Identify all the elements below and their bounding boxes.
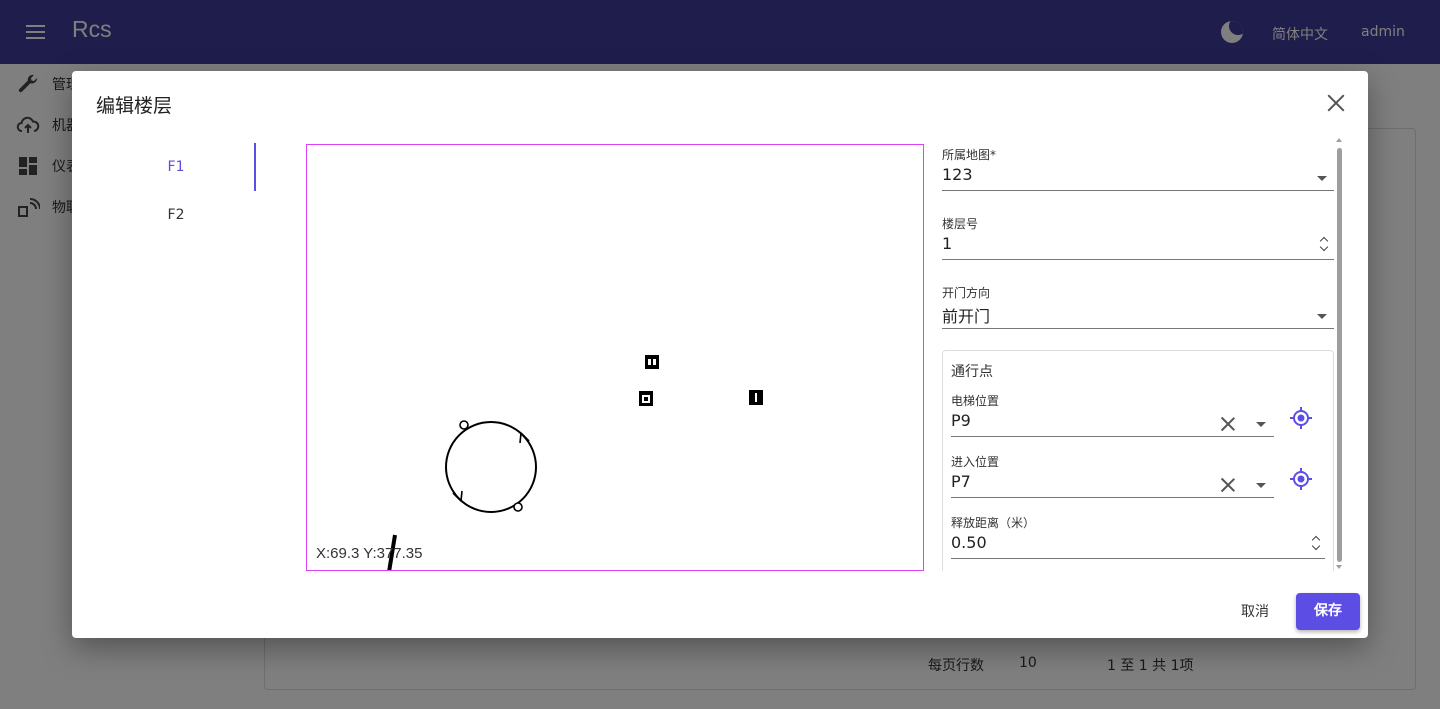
chevron-down-icon[interactable] (1317, 176, 1327, 181)
release-distance-value[interactable]: 0.50 (951, 533, 1325, 552)
cursor-coordinates: X:69.3 Y:377.35 (316, 545, 423, 562)
enter-position-label: 进入位置 (951, 455, 1000, 469)
locate-target-icon[interactable] (1290, 407, 1312, 429)
field-underline (951, 497, 1274, 498)
dialog-title: 编辑楼层 (96, 95, 173, 117)
map-select[interactable]: 所属地图* 123 (942, 146, 1334, 191)
map-drawing (387, 355, 763, 570)
chevron-down-icon[interactable] (1256, 422, 1266, 427)
loop-path[interactable] (445, 420, 537, 513)
door-direction-select[interactable]: 开门方向 前开门 (942, 284, 1334, 329)
clear-icon[interactable] (1221, 417, 1235, 431)
map-select-label: 所属地图* (942, 148, 997, 162)
station-marker[interactable] (639, 391, 653, 406)
release-distance-input[interactable]: 释放距离（米） 0.50 (951, 514, 1325, 559)
floor-tabs: F1 F2 (96, 143, 256, 243)
floor-number-value[interactable]: 1 (942, 234, 1334, 253)
elevator-position-select[interactable]: 电梯位置 P9 (951, 392, 1274, 437)
pass-points-title: 通行点 (951, 364, 993, 380)
number-spinner-icon[interactable] (1311, 534, 1321, 552)
door-direction-label: 开门方向 (942, 286, 991, 300)
close-icon[interactable] (1326, 93, 1346, 113)
field-underline (942, 328, 1334, 329)
edit-floor-dialog: 编辑楼层 F1 F2 X:69.3 Y:377.35 所属地图* 123 楼层号… (72, 71, 1368, 638)
clear-icon[interactable] (1221, 478, 1235, 492)
number-spinner-icon[interactable] (1319, 235, 1329, 253)
elevator-position-label: 电梯位置 (951, 394, 1000, 408)
door-marker[interactable] (749, 390, 763, 405)
pass-points-group: 通行点 电梯位置 P9 进入位置 P7 释放距离（米） 0.50 (942, 350, 1334, 571)
form-scrollbar[interactable] (1337, 148, 1342, 562)
cancel-button[interactable]: 取消 (1232, 600, 1278, 624)
tab-floor-f2[interactable]: F2 (96, 191, 256, 239)
map-select-value[interactable]: 123 (942, 165, 1334, 184)
field-underline (942, 259, 1334, 260)
field-underline (951, 558, 1325, 559)
scroll-up-arrow[interactable] (1336, 138, 1342, 142)
floor-number-input[interactable]: 楼层号 1 (942, 215, 1334, 260)
field-underline (951, 436, 1274, 437)
field-underline (942, 190, 1334, 191)
tab-indicator (254, 143, 256, 191)
release-distance-label: 释放距离（米） (951, 516, 1036, 530)
map-canvas[interactable]: X:69.3 Y:377.35 (306, 144, 924, 571)
chevron-down-icon[interactable] (1256, 483, 1266, 488)
floor-form: 所属地图* 123 楼层号 1 开门方向 前开门 通行点 电梯位置 P9 进入位… (942, 146, 1334, 571)
door-direction-value[interactable]: 前开门 (942, 303, 1334, 327)
chevron-down-icon[interactable] (1317, 314, 1327, 319)
enter-position-select[interactable]: 进入位置 P7 (951, 453, 1274, 498)
elevator-marker[interactable] (645, 355, 659, 369)
save-button[interactable]: 保存 (1296, 593, 1360, 630)
tab-floor-f1[interactable]: F1 (96, 143, 256, 191)
scroll-down-arrow[interactable] (1336, 565, 1342, 569)
floor-number-label: 楼层号 (942, 217, 979, 231)
locate-target-icon[interactable] (1290, 468, 1312, 490)
